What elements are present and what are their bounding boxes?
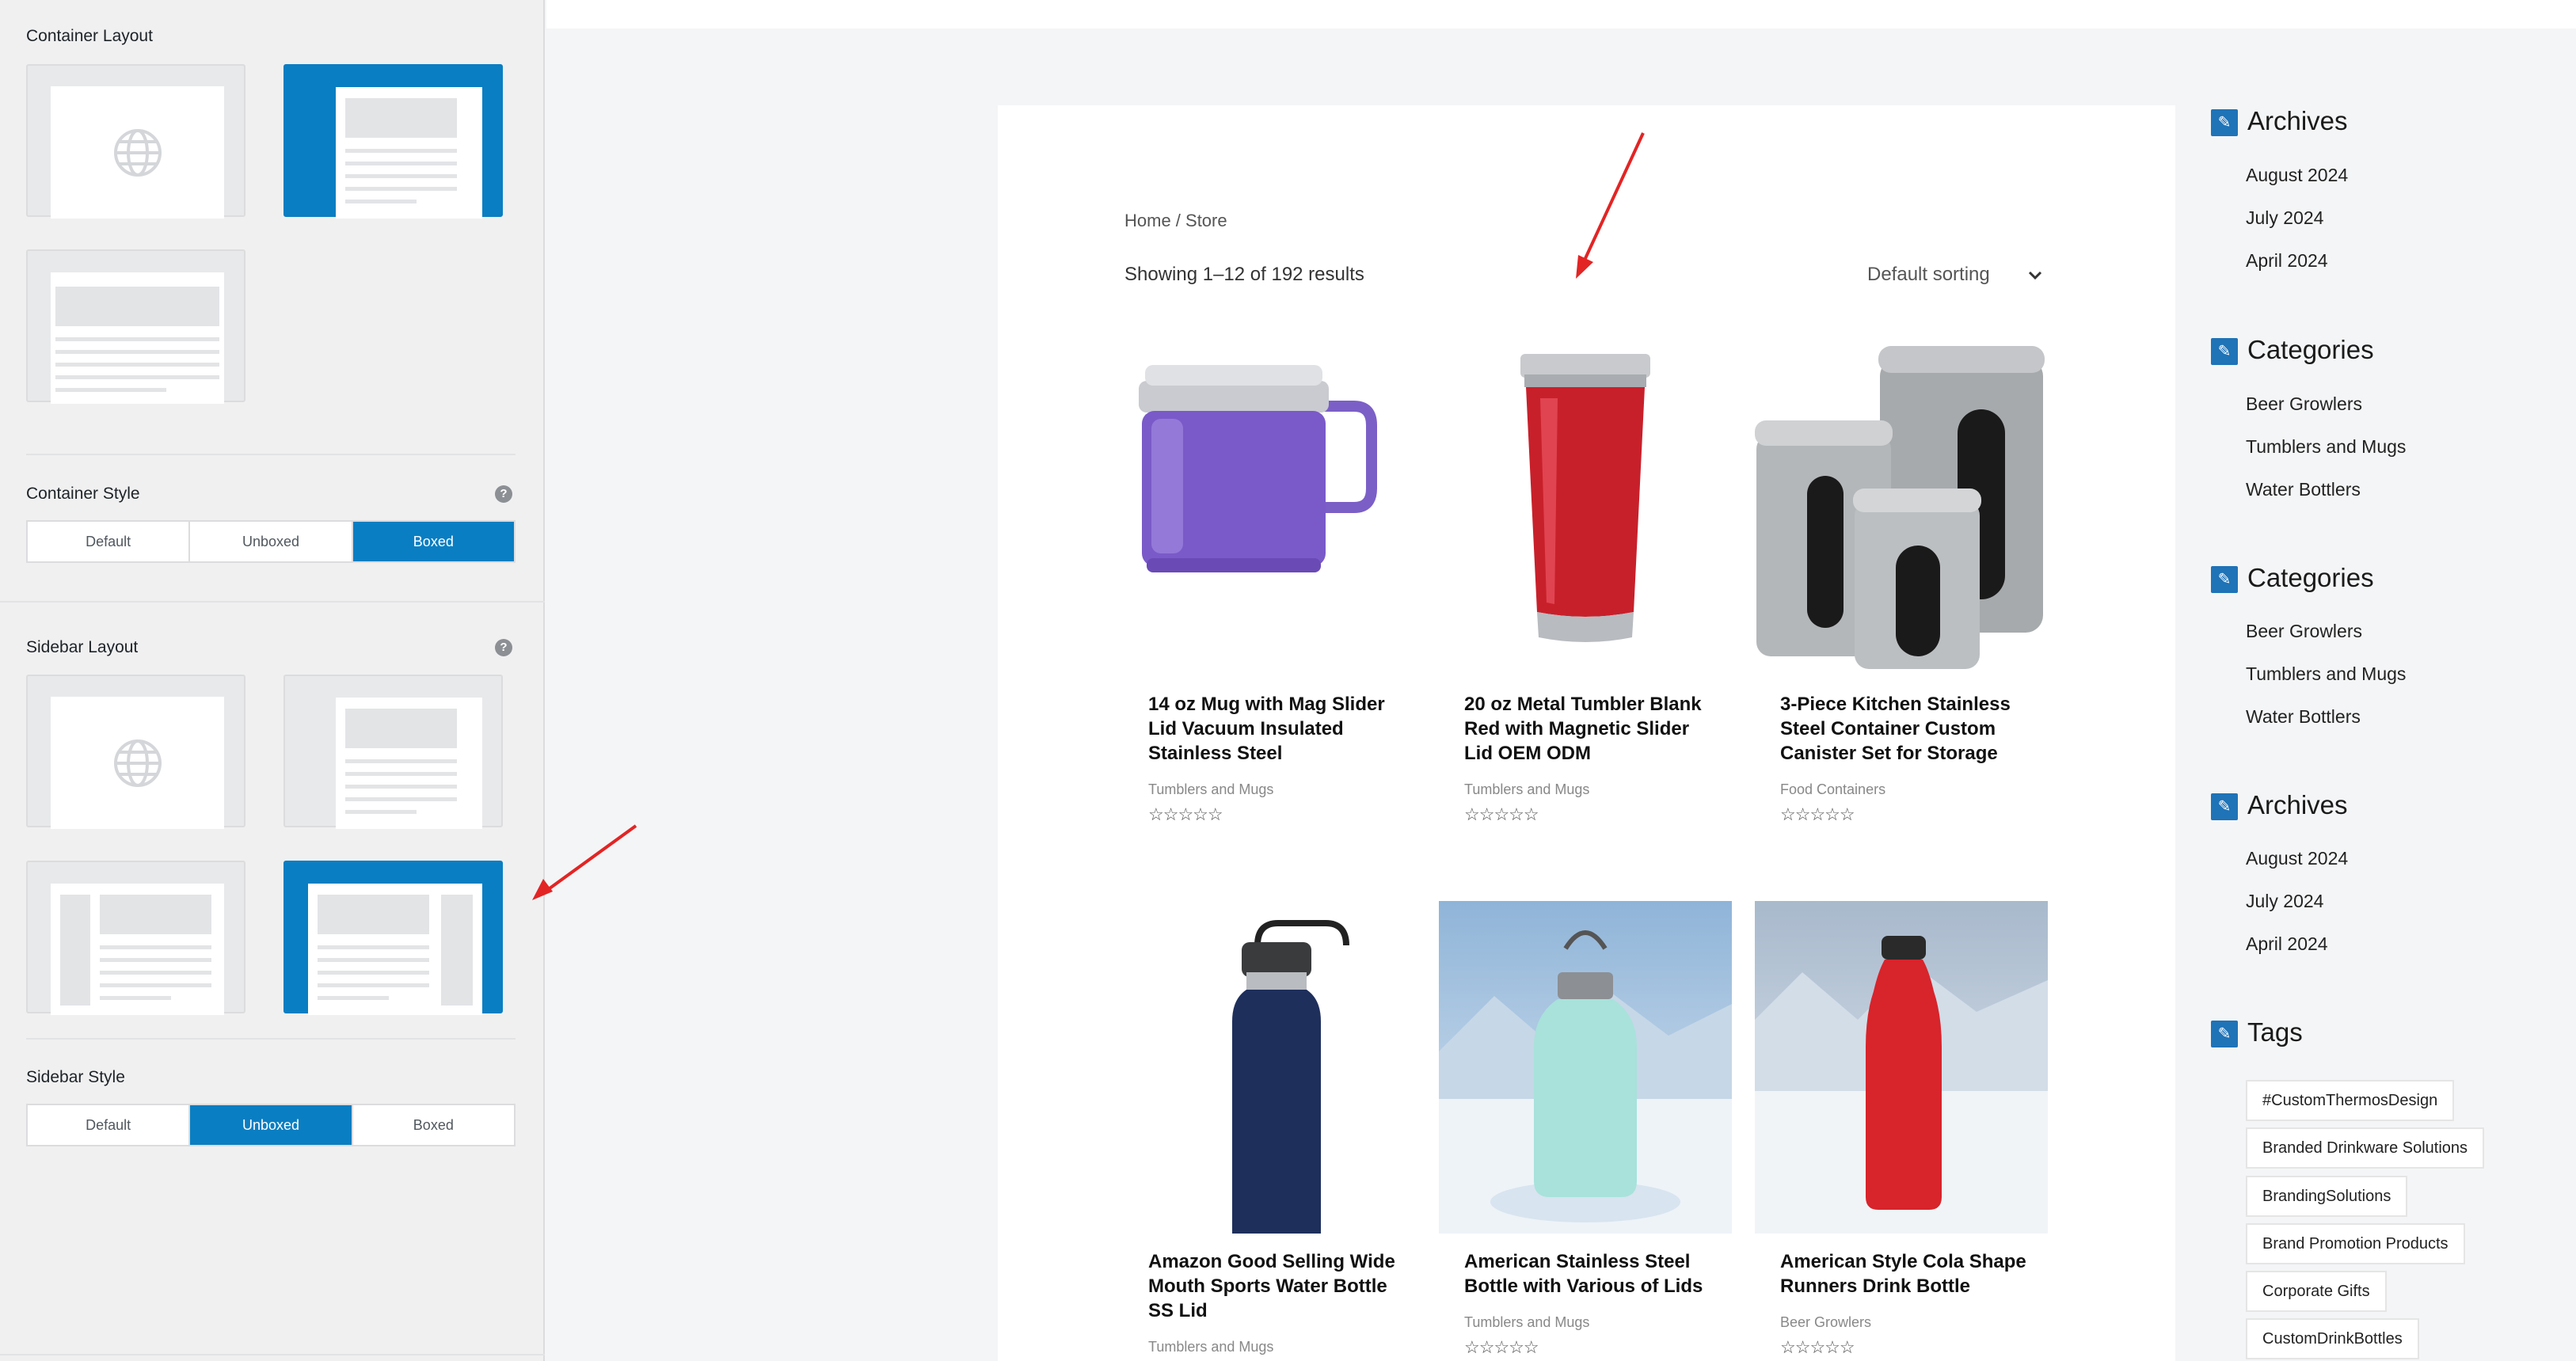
- divider: [0, 1354, 545, 1355]
- tag-link[interactable]: Corporate Gifts: [2246, 1271, 2387, 1312]
- sidebar-layout-option-right-sidebar[interactable]: [283, 861, 503, 1015]
- container-layout-option-wide[interactable]: [26, 249, 245, 404]
- sidebar-style-title: Sidebar Style: [26, 1068, 125, 1086]
- product-image[interactable]: [1439, 901, 1732, 1234]
- rating-stars: ☆☆☆☆☆: [1464, 1337, 1539, 1357]
- container-layout-title: Container Layout: [26, 27, 153, 45]
- layout-preview: [51, 272, 224, 404]
- product-image[interactable]: [1755, 901, 2048, 1234]
- container-style-title: Container Style: [26, 485, 140, 503]
- layout-preview: [51, 86, 224, 219]
- product-title[interactable]: 14 oz Mug with Mag Slider Lid Vacuum Ins…: [1148, 692, 1402, 766]
- store-content-box: Home / Store Showing 1–12 of 192 results…: [998, 105, 2175, 1361]
- globe-icon: [114, 739, 162, 787]
- product-category[interactable]: Beer Growlers: [1780, 1314, 1871, 1331]
- sidebar-layout-option-no-sidebar[interactable]: [283, 675, 503, 829]
- archive-link[interactable]: April 2024: [2246, 933, 2328, 955]
- rating-stars: ☆☆☆☆☆: [1148, 804, 1223, 824]
- product-category[interactable]: Food Containers: [1780, 781, 1885, 798]
- archive-link[interactable]: July 2024: [2246, 207, 2323, 229]
- layout-preview: [51, 697, 224, 829]
- widget-title-archives: ✎ Archives: [2211, 790, 2348, 821]
- sorting-select[interactable]: Default sorting: [1867, 264, 1990, 286]
- edit-shortcut-icon[interactable]: ✎: [2211, 793, 2238, 821]
- product-image[interactable]: [1123, 343, 1416, 675]
- layout-preview: [308, 884, 482, 1015]
- category-link[interactable]: Tumblers and Mugs: [2246, 663, 2406, 685]
- container-layout-option-boxed[interactable]: [283, 64, 503, 219]
- archive-link[interactable]: August 2024: [2246, 165, 2348, 186]
- tag-link[interactable]: Branded Drinkware Solutions: [2246, 1127, 2485, 1169]
- sidebar-layout-title: Sidebar Layout: [26, 638, 139, 656]
- preview-top-strip: [546, 0, 2576, 29]
- mug-image: [1139, 365, 1377, 572]
- rating-stars: ☆☆☆☆☆: [1780, 804, 1855, 824]
- sidebar-style-boxed-button[interactable]: Boxed: [353, 1105, 514, 1145]
- tag-link[interactable]: BrandingSolutions: [2246, 1176, 2408, 1217]
- product-title[interactable]: 20 oz Metal Tumbler Blank Red with Magne…: [1464, 692, 1718, 766]
- divider: [26, 1038, 516, 1040]
- archive-link[interactable]: July 2024: [2246, 891, 2323, 912]
- category-link[interactable]: Beer Growlers: [2246, 393, 2362, 415]
- widget-title-tags: ✎ Tags: [2211, 1017, 2303, 1048]
- tag-link[interactable]: Brand Promotion Products: [2246, 1223, 2465, 1264]
- tumbler-image: [1520, 354, 1650, 642]
- archive-link[interactable]: April 2024: [2246, 250, 2328, 272]
- container-style-default-button[interactable]: Default: [28, 522, 191, 561]
- product-image[interactable]: [1755, 343, 2048, 675]
- widget-title-categories: ✎ Categories: [2211, 335, 2374, 366]
- tag-link[interactable]: CustomDrinkBottles: [2246, 1318, 2419, 1359]
- product-category[interactable]: Tumblers and Mugs: [1148, 1339, 1273, 1355]
- rating-stars: ☆☆☆☆☆: [1780, 1337, 1855, 1357]
- container-layout-option-full-width[interactable]: [26, 64, 245, 219]
- product-category[interactable]: Tumblers and Mugs: [1464, 1314, 1589, 1331]
- widget-title-categories: ✎ Categories: [2211, 563, 2374, 594]
- archive-link[interactable]: August 2024: [2246, 848, 2348, 869]
- product-title[interactable]: American Stainless Steel Bottle with Var…: [1464, 1249, 1718, 1298]
- widget-title-archives: ✎ Archives: [2211, 106, 2348, 137]
- chevron-down-icon[interactable]: [2026, 266, 2045, 285]
- edit-shortcut-icon[interactable]: ✎: [2211, 338, 2238, 366]
- category-link[interactable]: Tumblers and Mugs: [2246, 436, 2406, 458]
- customizer-panel: Container Layout Container Style ? Defau…: [0, 0, 545, 1361]
- help-icon[interactable]: ?: [495, 639, 512, 656]
- product-category[interactable]: Tumblers and Mugs: [1148, 781, 1273, 798]
- product-title[interactable]: 3-Piece Kitchen Stainless Steel Containe…: [1780, 692, 2034, 766]
- edit-shortcut-icon[interactable]: ✎: [2211, 109, 2238, 137]
- product-image[interactable]: [1439, 343, 1732, 675]
- product-image[interactable]: [1123, 901, 1416, 1234]
- category-link[interactable]: Water Bottlers: [2246, 479, 2361, 500]
- sidebar-style-unboxed-button[interactable]: Unboxed: [190, 1105, 353, 1145]
- canister-set-image: [1755, 346, 2045, 669]
- water-bottle-image: [1232, 920, 1349, 1234]
- divider: [0, 601, 545, 603]
- container-style-segmented-control: Default Unboxed Boxed: [26, 520, 516, 563]
- product-category[interactable]: Tumblers and Mugs: [1464, 781, 1589, 798]
- breadcrumb[interactable]: Home / Store: [1124, 211, 1227, 231]
- category-link[interactable]: Beer Growlers: [2246, 621, 2362, 642]
- sidebar-layout-option-left-sidebar[interactable]: [26, 861, 245, 1015]
- edit-shortcut-icon[interactable]: ✎: [2211, 566, 2238, 594]
- product-title[interactable]: Amazon Good Selling Wide Mouth Sports Wa…: [1148, 1249, 1402, 1323]
- sidebar-style-segmented-control: Default Unboxed Boxed: [26, 1104, 516, 1146]
- product-title[interactable]: American Style Cola Shape Runners Drink …: [1780, 1249, 2034, 1298]
- divider: [26, 454, 516, 455]
- layout-preview: [336, 698, 482, 829]
- result-count: Showing 1–12 of 192 results: [1124, 264, 1364, 285]
- layout-preview: [51, 884, 224, 1015]
- annotation-arrow: [545, 824, 637, 892]
- container-style-boxed-button[interactable]: Boxed: [352, 522, 514, 561]
- sidebar-layout-option-default[interactable]: [26, 675, 245, 829]
- sidebar-style-default-button[interactable]: Default: [28, 1105, 191, 1145]
- edit-shortcut-icon[interactable]: ✎: [2211, 1021, 2238, 1048]
- help-icon[interactable]: ?: [495, 485, 512, 503]
- snow-red-bottle-image: [1755, 901, 2048, 1234]
- tag-link[interactable]: #CustomThermosDesign: [2246, 1080, 2455, 1121]
- container-style-unboxed-button[interactable]: Unboxed: [190, 522, 353, 561]
- rating-stars: ☆☆☆☆☆: [1464, 804, 1539, 824]
- category-link[interactable]: Water Bottlers: [2246, 706, 2361, 728]
- snow-bottle-image: [1439, 901, 1732, 1234]
- layout-preview: [336, 87, 482, 219]
- globe-icon: [114, 129, 162, 177]
